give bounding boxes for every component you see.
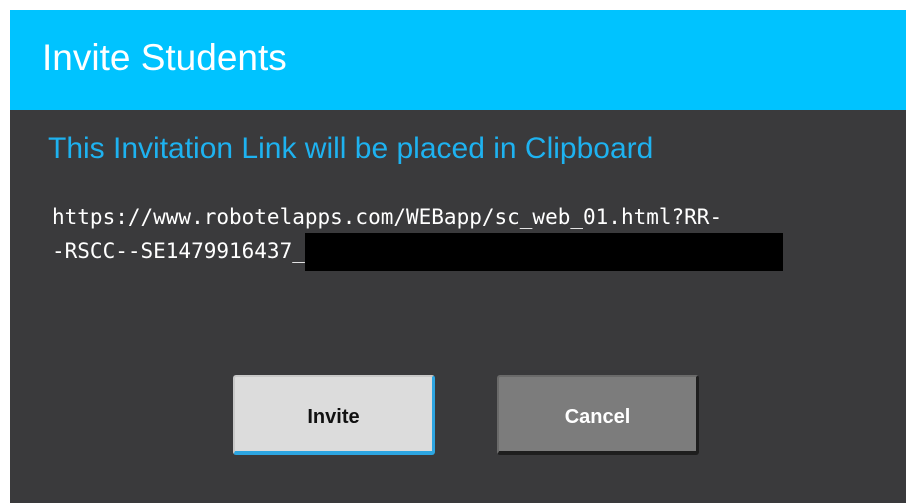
invitation-link-line-2: -RSCC--SE1479916437_ (52, 239, 305, 263)
cancel-button[interactable]: Cancel (497, 375, 699, 455)
invitation-link-line-1: https://www.robotelapps.com/WEBapp/sc_we… (52, 205, 723, 229)
clipboard-notice: This Invitation Link will be placed in C… (48, 132, 654, 165)
invite-dialog: Invite Students This Invitation Link wil… (10, 10, 906, 503)
dialog-title: Invite Students (42, 37, 287, 78)
redacted-block (304, 233, 783, 271)
invitation-link: https://www.robotelapps.com/WEBapp/sc_we… (52, 201, 892, 271)
invite-button[interactable]: Invite (233, 375, 435, 455)
dialog-header: Invite Students (10, 10, 906, 110)
